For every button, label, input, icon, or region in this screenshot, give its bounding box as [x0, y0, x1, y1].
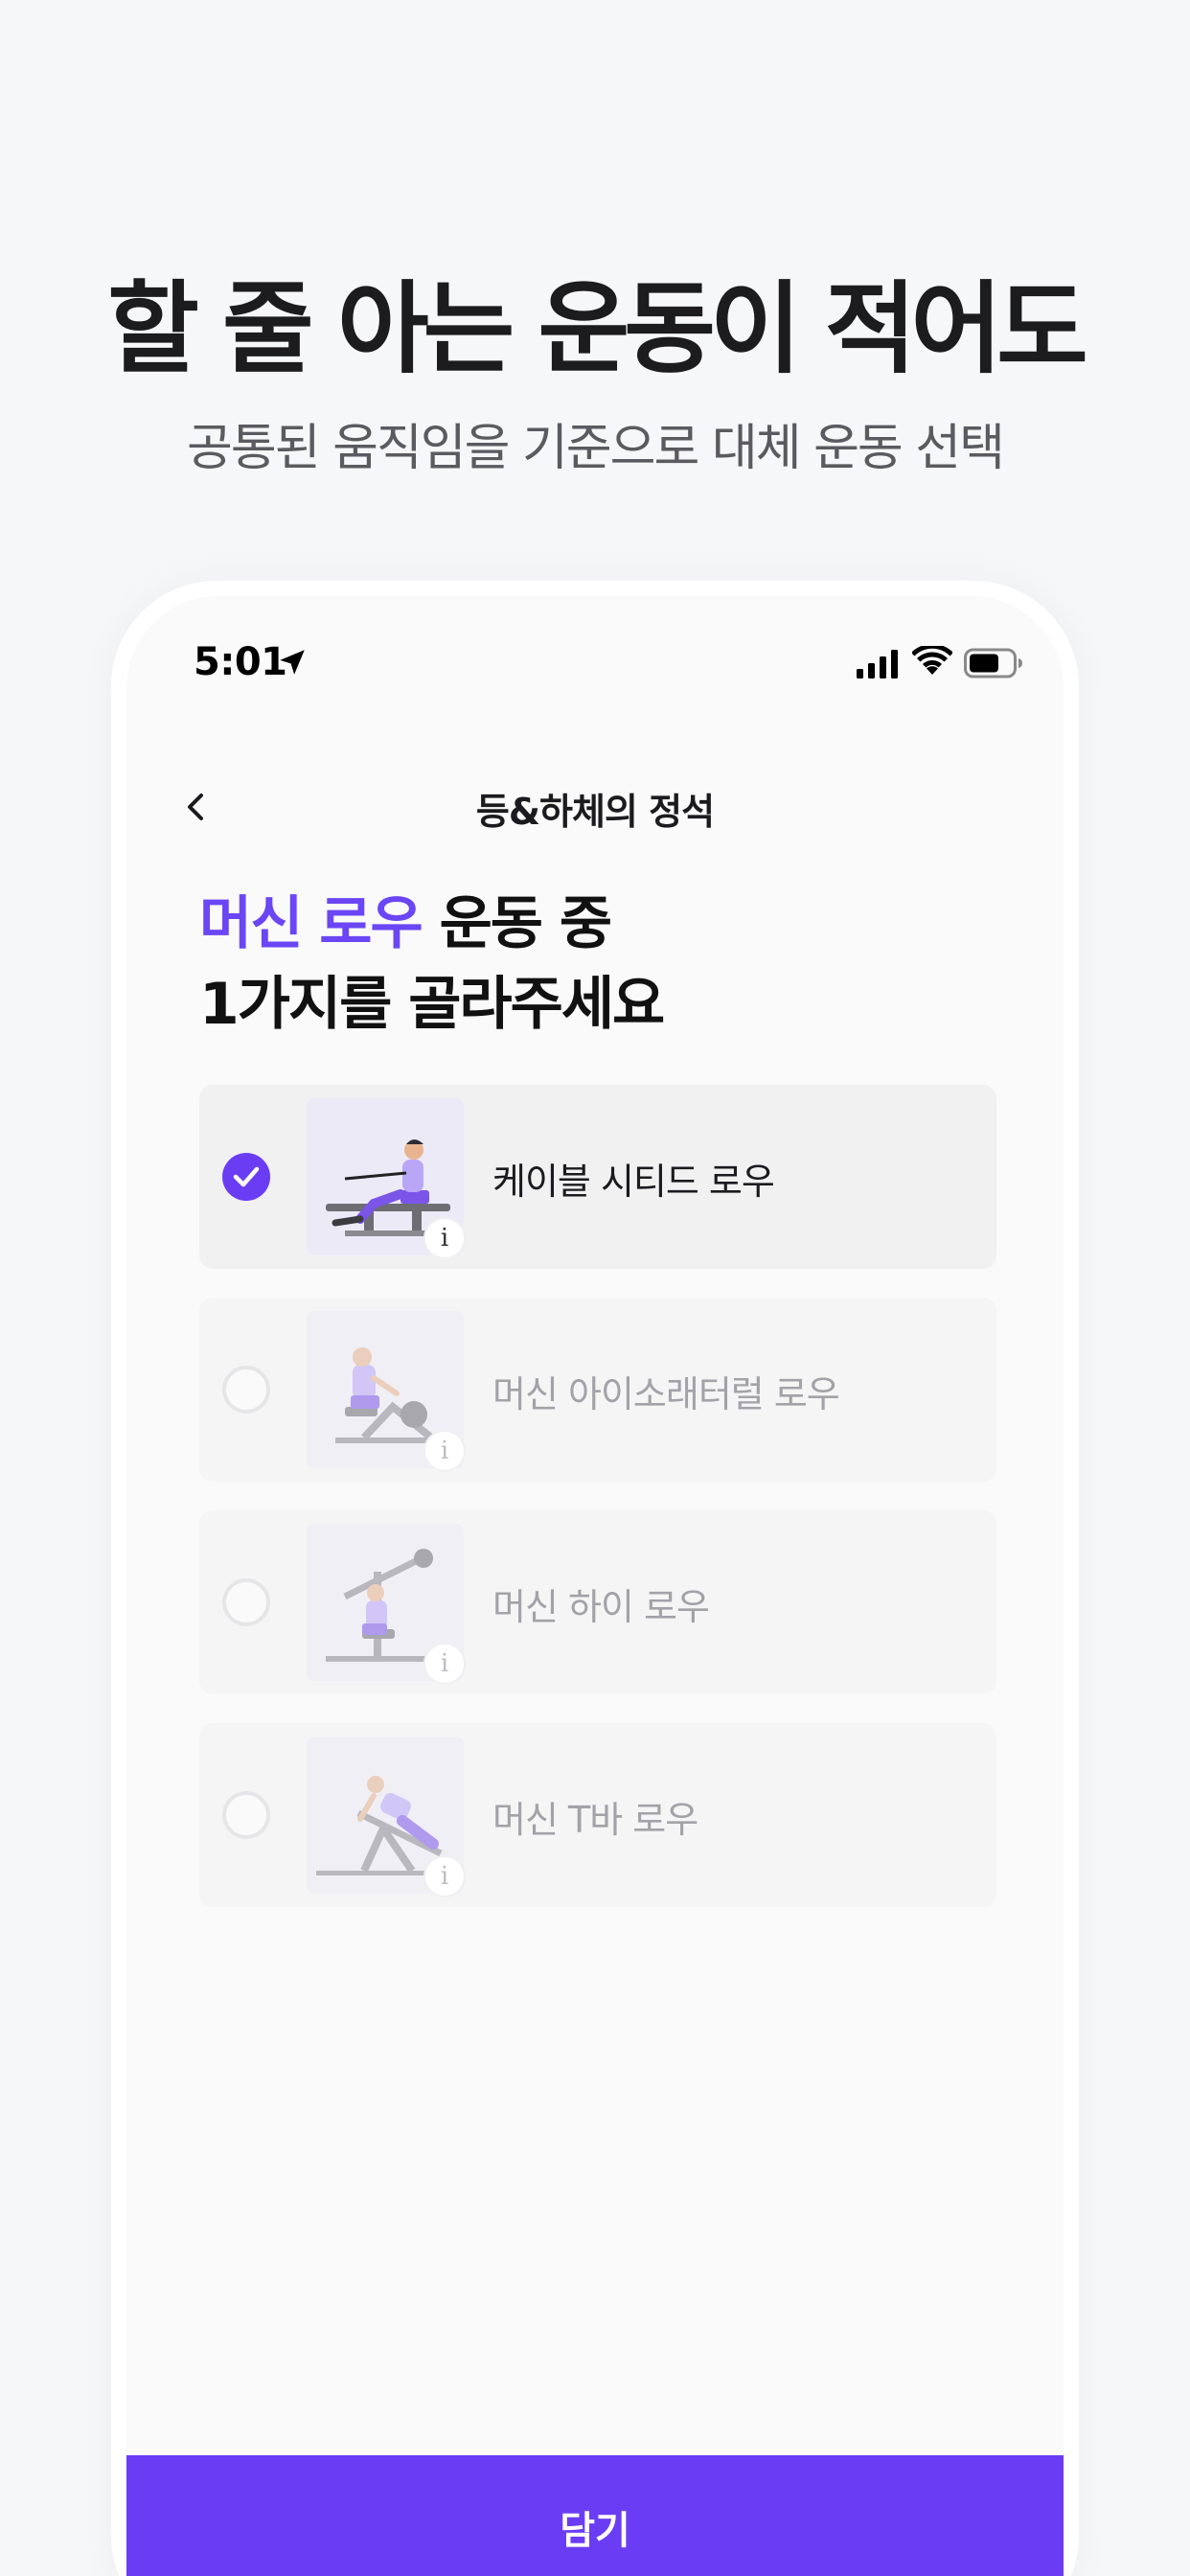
info-icon[interactable]: i [423, 1430, 466, 1472]
status-time: 5:01 [194, 640, 287, 684]
exercise-option[interactable]: i 머신 아이소래터럴 로우 [199, 1298, 996, 1482]
nav-title: 등&하체의 정석 [475, 791, 715, 833]
exercise-option[interactable]: i 머신 T바 로우 [199, 1723, 996, 1907]
question-line1: 운동 중 [421, 890, 613, 957]
check-icon [233, 1166, 260, 1187]
wifi-icon [912, 646, 952, 675]
phone-screen: 5:01 등&하체의 정석 머신 로우 운동 중 1가지를 골라주세요 i 케이… [126, 596, 1064, 2576]
status-bar: 5:01 [126, 596, 1064, 740]
option-label: 케이블 시티드 로우 [492, 1161, 775, 1203]
radio-unchecked[interactable] [222, 1366, 270, 1414]
exercise-option[interactable]: i 케이블 시티드 로우 [199, 1085, 996, 1269]
question-accent: 머신 로우 [199, 890, 423, 957]
info-icon[interactable]: i [423, 1217, 466, 1259]
nav-bar: 등&하체의 정석 [126, 759, 1064, 855]
add-button-label: 담기 [560, 2509, 630, 2553]
option-label: 머신 하이 로우 [492, 1586, 710, 1628]
option-label: 머신 T바 로우 [492, 1799, 698, 1841]
marketing-headline: 할 줄 아는 운동이 적어도 [107, 270, 1088, 387]
add-button[interactable]: 담기 [126, 2455, 1064, 2576]
marketing-subheadline: 공통된 움직임을 기준으로 대체 운동 선택 [187, 420, 1005, 477]
info-icon[interactable]: i [423, 1855, 466, 1898]
radio-checked[interactable] [222, 1153, 270, 1201]
question-line2: 1가지를 골라주세요 [199, 971, 665, 1038]
battery-icon [964, 648, 1022, 678]
radio-unchecked[interactable] [222, 1791, 270, 1839]
location-arrow-icon [280, 650, 305, 675]
exercise-option[interactable]: i 머신 하이 로우 [199, 1510, 996, 1694]
info-icon[interactable]: i [423, 1643, 466, 1685]
question-heading: 머신 로우 운동 중 1가지를 골라주세요 [199, 884, 1023, 1045]
option-label: 머신 아이소래터럴 로우 [492, 1373, 840, 1415]
signal-icon [857, 650, 898, 678]
radio-unchecked[interactable] [222, 1578, 270, 1626]
